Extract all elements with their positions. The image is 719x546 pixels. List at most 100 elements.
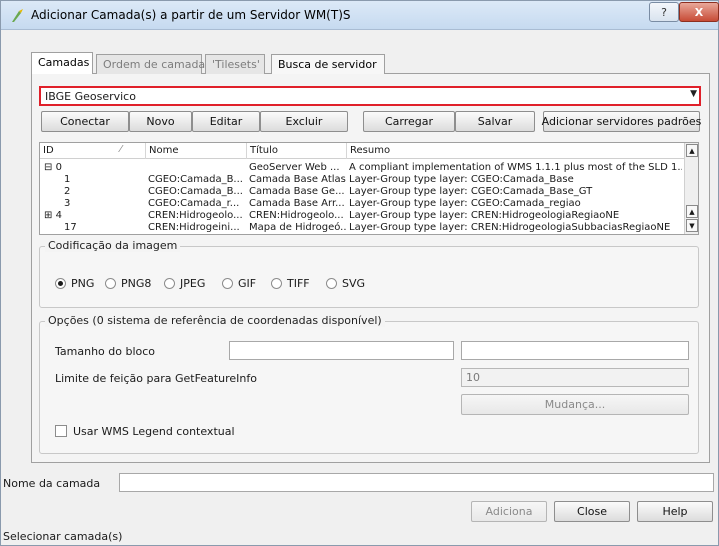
new-button[interactable]: Novo bbox=[129, 111, 192, 132]
contextual-legend-label: Usar WMS Legend contextual bbox=[73, 425, 235, 438]
encoding-radio-gif[interactable]: GIF bbox=[222, 277, 256, 290]
layer-id: 0 bbox=[55, 162, 62, 173]
qgis-wms-icon bbox=[12, 9, 23, 22]
tile-size-label: Tamanho do bloco bbox=[55, 345, 156, 358]
add-default-servers-button[interactable]: Adicionar servidores padrões bbox=[542, 111, 701, 132]
contextual-legend-checkbox[interactable] bbox=[55, 425, 67, 437]
layer-name-cell: CREN:Hidrogeolo... bbox=[148, 210, 243, 221]
layer-name-label: Nome da camada bbox=[3, 477, 101, 490]
help-icon: ? bbox=[661, 5, 667, 19]
layer-summary-cell: Layer-Group type layer: CGEO:Camada_regi… bbox=[349, 198, 581, 209]
image-encoding-legend: Codificação da imagem bbox=[45, 239, 181, 252]
connect-button[interactable]: Conectar bbox=[41, 111, 129, 132]
encoding-option-label: TIFF bbox=[287, 277, 310, 290]
close-button[interactable]: Close bbox=[554, 501, 630, 522]
table-row[interactable]: ⊟ 0 GeoServer Web ... A compliant implemen… bbox=[40, 162, 684, 174]
close-icon: X bbox=[694, 5, 704, 19]
help-button[interactable]: Help bbox=[637, 501, 713, 522]
collapse-icon[interactable]: ⊟ bbox=[44, 162, 56, 173]
layer-title-cell: GeoServer Web ... bbox=[249, 162, 340, 173]
tile-size-height-input[interactable] bbox=[461, 341, 689, 360]
load-button[interactable]: Carregar bbox=[363, 111, 455, 132]
tab-ordem-camada[interactable]: Ordem de camada bbox=[96, 54, 205, 74]
layer-name-cell: CGEO:Camada_B... bbox=[148, 186, 243, 197]
column-header-nome[interactable]: Nome bbox=[146, 143, 247, 159]
table-row[interactable]: ⊞ 4 CREN:Hidrogeolo... CREN:Hidrogeolo... L… bbox=[40, 210, 684, 222]
layer-id: 1 bbox=[64, 174, 71, 185]
layer-id-cell: ⊟ 0 bbox=[44, 162, 124, 174]
encoding-radio-png[interactable]: PNG bbox=[55, 277, 94, 290]
layer-name-cell: CGEO:Camada_r... bbox=[148, 198, 240, 209]
radio-indicator[interactable] bbox=[164, 278, 175, 289]
encoding-radio-png8[interactable]: PNG8 bbox=[105, 277, 151, 290]
radio-indicator[interactable] bbox=[326, 278, 337, 289]
radio-indicator[interactable] bbox=[271, 278, 282, 289]
table-row[interactable]: 3 CGEO:Camada_r... Camada Base Arr... Layer… bbox=[40, 198, 684, 210]
layer-title-cell: CREN:Hidrogeolo... bbox=[249, 210, 344, 221]
add-button[interactable]: Adiciona bbox=[471, 501, 547, 522]
sort-indicator-icon: ⁄ bbox=[120, 144, 122, 155]
layer-name-cell: CREN:Hidrogeini... bbox=[148, 222, 240, 233]
layer-id-cell: 3 bbox=[64, 198, 144, 210]
close-window-button[interactable]: X bbox=[679, 2, 719, 22]
scroll-down-icon[interactable]: ▼ bbox=[686, 219, 698, 232]
encoding-radio-svg[interactable]: SVG bbox=[326, 277, 365, 290]
radio-indicator[interactable] bbox=[105, 278, 116, 289]
dropdown-arrow-icon: ▼ bbox=[690, 89, 697, 99]
layer-title-cell: Camada Base Arr... bbox=[249, 198, 345, 209]
encoding-radio-tiff[interactable]: TIFF bbox=[271, 277, 310, 290]
scroll-up-icon-2[interactable]: ▲ bbox=[686, 205, 698, 218]
layer-tree-header: ID ⁄ Nome Título Resumo bbox=[40, 143, 684, 159]
column-header-resumo[interactable]: Resumo bbox=[347, 143, 684, 159]
options-legend: Opções (0 sistema de referência de coord… bbox=[45, 314, 385, 327]
tile-size-width-input[interactable] bbox=[229, 341, 454, 360]
help-titlebar-button[interactable]: ? bbox=[649, 2, 679, 22]
layer-name-input[interactable] bbox=[119, 473, 714, 492]
status-text: Selecionar camada(s) bbox=[3, 530, 123, 543]
layer-id-cell: 17 bbox=[64, 222, 144, 234]
radio-indicator[interactable] bbox=[222, 278, 233, 289]
encoding-option-label: PNG8 bbox=[121, 277, 152, 290]
save-button[interactable]: Salvar bbox=[455, 111, 535, 132]
layer-title-cell: Camada Base Atlas bbox=[249, 174, 346, 185]
layer-name-cell bbox=[148, 162, 246, 174]
delete-button[interactable]: Excluir bbox=[260, 111, 348, 132]
expand-icon[interactable]: ⊞ bbox=[44, 210, 56, 221]
layer-tree-scrollbar[interactable]: ▲ ▲ ▼ bbox=[684, 143, 698, 234]
layer-id-cell: 2 bbox=[64, 186, 144, 198]
layer-summary-cell: Layer-Group type layer: CGEO:Camada_Base… bbox=[349, 186, 593, 197]
layer-title-cell: Camada Base Ge... bbox=[249, 186, 345, 197]
encoding-option-label: GIF bbox=[238, 277, 257, 290]
title-bar: Adicionar Camada(s) a partir de um Servi… bbox=[1, 1, 719, 30]
window-title: Adicionar Camada(s) a partir de um Servi… bbox=[31, 8, 351, 22]
layer-tree[interactable]: ID ⁄ Nome Título Resumo ⊟ 0 GeoServer Web… bbox=[39, 142, 699, 235]
layer-summary-cell: A compliant implementation of WMS 1.1.1 … bbox=[349, 162, 682, 173]
layer-summary-cell: Layer-Group type layer: CGEO:Camada_Base bbox=[349, 174, 574, 185]
layer-title-cell: Mapa de Hidrogeó... bbox=[249, 222, 346, 233]
layer-summary-cell: Layer-Group type layer: CREN:Hidrogeolog… bbox=[349, 222, 671, 233]
layer-id: 4 bbox=[55, 210, 62, 221]
server-connection-dropdown[interactable]: IBGE Geoservico ▼ bbox=[39, 86, 701, 106]
server-selected-value: IBGE Geoservico bbox=[45, 90, 136, 103]
encoding-option-label: JPEG bbox=[180, 277, 206, 290]
table-row[interactable]: 2 CGEO:Camada_B... Camada Base Ge... Layer-… bbox=[40, 186, 684, 198]
encoding-option-label: PNG bbox=[71, 277, 95, 290]
feature-limit-input[interactable]: 10 bbox=[461, 368, 689, 387]
layer-name-cell: CGEO:Camada_B... bbox=[148, 174, 243, 185]
encoding-radio-jpeg[interactable]: JPEG bbox=[164, 277, 205, 290]
layer-summary-cell: Layer-Group type layer: CREN:Hidrogeolog… bbox=[349, 210, 620, 221]
tab-camadas[interactable]: Camadas bbox=[31, 52, 93, 74]
tab-tilesets[interactable]: 'Tilesets' bbox=[205, 54, 265, 74]
column-header-titulo[interactable]: Título bbox=[247, 143, 347, 159]
change-crs-button[interactable]: Mudança... bbox=[461, 394, 689, 415]
tab-busca-servidor[interactable]: Busca de servidor bbox=[271, 54, 385, 74]
edit-button[interactable]: Editar bbox=[192, 111, 260, 132]
feature-limit-label: Limite de feição para GetFeatureInfo bbox=[55, 372, 257, 385]
scroll-up-icon[interactable]: ▲ bbox=[686, 144, 698, 157]
layer-id: 17 bbox=[64, 222, 77, 233]
radio-indicator[interactable] bbox=[55, 278, 66, 289]
layer-id-cell: 1 bbox=[64, 174, 144, 186]
table-row[interactable]: 1 CGEO:Camada_B... Camada Base Atlas Layer-… bbox=[40, 174, 684, 186]
column-header-id[interactable]: ID ⁄ bbox=[40, 143, 146, 159]
table-row[interactable]: 17 CREN:Hidrogeini... Mapa de Hidrogeó... L… bbox=[40, 222, 684, 234]
